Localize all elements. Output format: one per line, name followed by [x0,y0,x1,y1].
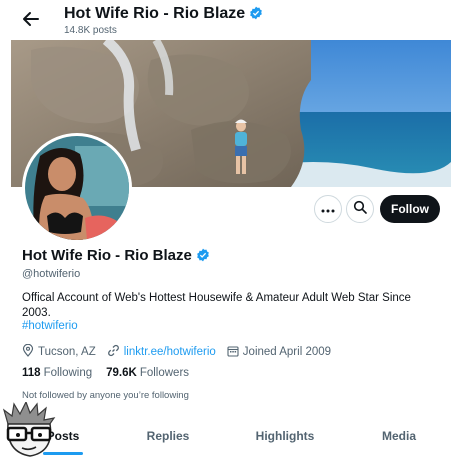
joined-item: Joined April 2009 [227,345,331,360]
following-count: 118 [22,367,41,379]
website-item: linktr.ee/hotwiferio [107,344,216,360]
tab-media[interactable]: Media [354,418,444,454]
profile-meta: Tucson, AZ linktr.ee/hotwiferio Joined A… [22,343,342,360]
display-name: Hot Wife Rio - Rio Blaze [22,247,192,264]
tab-highlights[interactable]: Highlights [240,418,330,454]
location-text: Tucson, AZ [38,346,96,358]
followers-link[interactable]: 79.6K Followers [106,367,189,379]
search-icon [353,200,367,219]
location-item: Tucson, AZ [22,343,96,360]
verified-badge-icon [196,248,210,266]
link-icon [107,344,124,360]
profile-name: Hot Wife Rio - Rio Blaze [22,247,210,266]
follow-button[interactable]: Follow [380,195,440,223]
not-followed-note: Not followed by anyone you’re following [22,390,189,401]
following-label: Following [43,367,93,379]
tab-replies[interactable]: Replies [123,418,213,454]
verified-badge-icon [249,6,263,25]
location-icon [22,343,38,360]
back-arrow-icon[interactable] [18,8,44,30]
post-count: 14.8K posts [64,25,117,36]
top-bar: Hot Wife Rio - Rio Blaze 14.8K posts [0,0,460,40]
following-link[interactable]: 118 Following [22,367,92,379]
header-name: Hot Wife Rio - Rio Blaze [64,5,246,22]
profile-handle: @hotwiferio [22,268,81,280]
followers-count: 79.6K [106,367,137,379]
mascot-watermark [0,400,60,460]
more-button[interactable] [314,195,342,223]
joined-text: Joined April 2009 [242,346,332,358]
avatar[interactable] [22,133,132,243]
profile-bio: Offical Account of Web's Hottest Housewi… [22,292,411,319]
profile-tabs: Posts Replies Highlights Media [0,418,460,460]
website-link[interactable]: linktr.ee/hotwiferio [124,346,216,358]
follow-stats: 118 Following 79.6K Followers [22,367,203,379]
search-button[interactable] [346,195,374,223]
bio-hashtag-link[interactable]: #hotwiferio [22,320,78,332]
header-title: Hot Wife Rio - Rio Blaze [64,5,263,25]
followers-label: Followers [139,367,190,379]
more-icon [321,200,335,218]
calendar-icon [227,345,243,360]
